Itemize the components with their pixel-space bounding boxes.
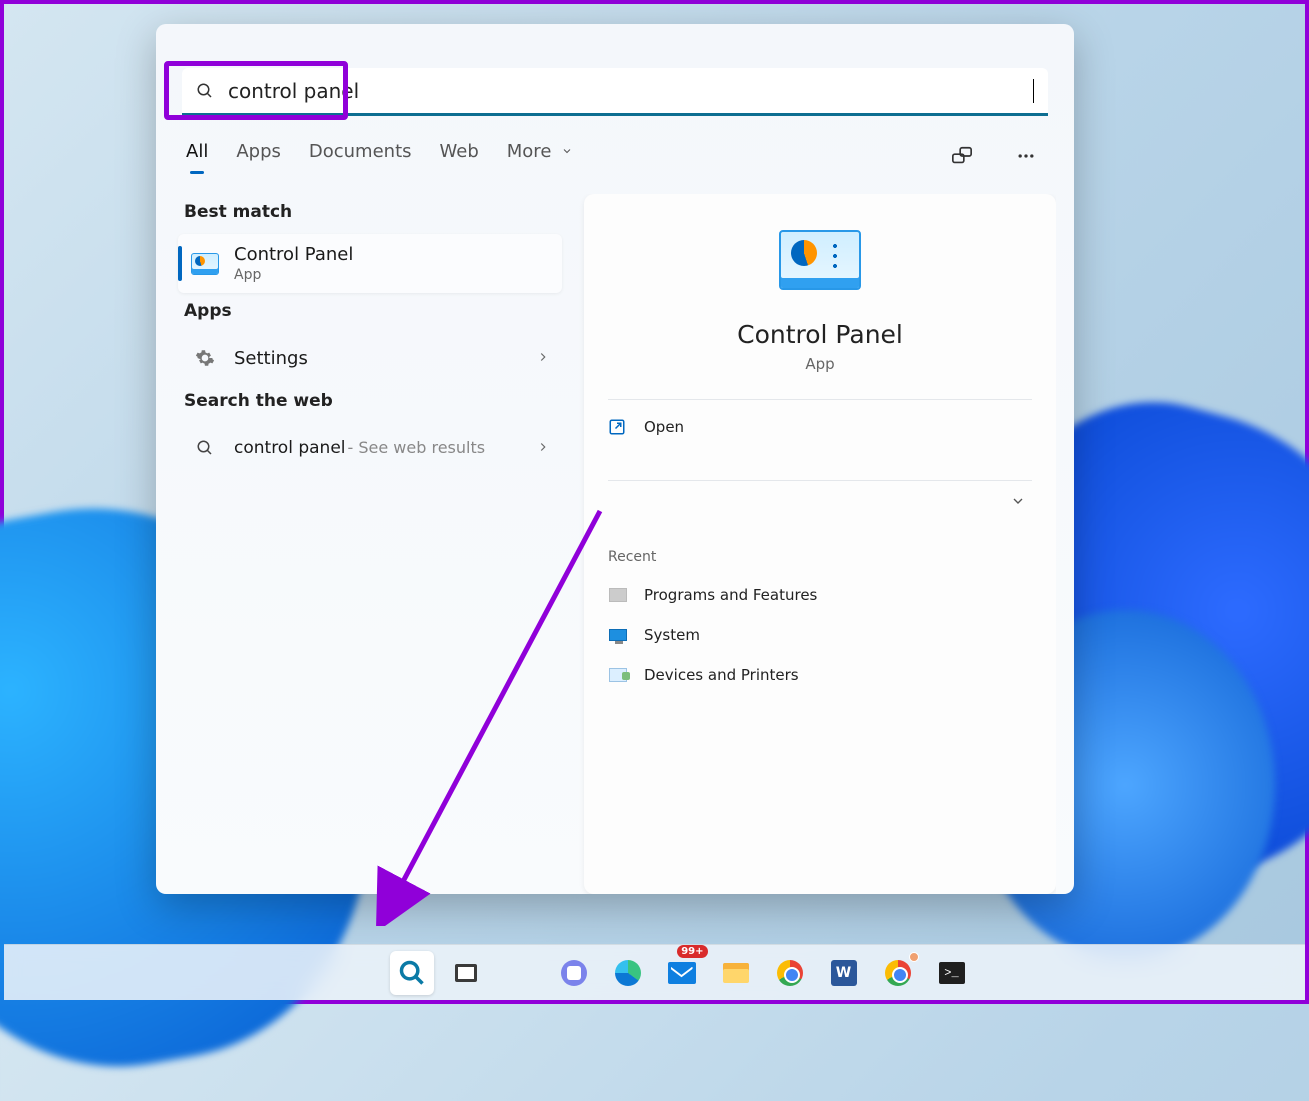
search-icon — [190, 433, 220, 463]
feedback-button[interactable] — [944, 138, 980, 174]
open-icon — [608, 418, 626, 436]
mail-icon — [668, 959, 696, 987]
result-web-search[interactable]: control panel - See web results — [178, 423, 562, 473]
gear-icon — [190, 343, 220, 373]
filter-tabs: All Apps Documents Web More — [186, 138, 1044, 174]
web-suffix: - See web results — [348, 438, 486, 457]
taskbar-search-button[interactable] — [390, 951, 434, 995]
result-subtitle: App — [234, 267, 550, 283]
mail-badge: 99+ — [677, 945, 707, 958]
ellipsis-icon — [1016, 146, 1036, 166]
programs-icon — [608, 585, 628, 605]
tab-all[interactable]: All — [186, 141, 208, 172]
recent-title: Recent — [608, 549, 1032, 565]
chevron-right-icon — [536, 439, 550, 458]
control-panel-icon-large — [779, 230, 861, 290]
expand-actions-button[interactable] — [1004, 487, 1032, 519]
section-best-match: Best match — [184, 202, 556, 222]
preview-subtitle: App — [805, 355, 834, 373]
profile-indicator — [909, 952, 919, 962]
printer-icon — [608, 665, 628, 685]
section-apps: Apps — [184, 301, 556, 321]
recent-system[interactable]: System — [608, 615, 1032, 655]
chevron-right-icon — [536, 349, 550, 368]
teams-icon — [560, 959, 588, 987]
tab-more-label: More — [507, 141, 552, 162]
mail-button[interactable]: 99+ — [660, 951, 704, 995]
results-column: Best match Control Panel App Apps Settin… — [174, 194, 572, 894]
control-panel-icon — [190, 249, 220, 279]
chevron-down-icon — [561, 141, 573, 162]
result-control-panel[interactable]: Control Panel App — [178, 234, 562, 293]
folder-icon — [722, 959, 750, 987]
tab-documents[interactable]: Documents — [309, 141, 412, 172]
more-options-button[interactable] — [1008, 138, 1044, 174]
recent-devices-printers[interactable]: Devices and Printers — [608, 655, 1032, 695]
word-icon: W — [830, 959, 858, 987]
terminal-button[interactable]: >_ — [930, 951, 974, 995]
section-search-web: Search the web — [184, 391, 556, 411]
feedback-icon — [951, 145, 973, 167]
chrome-profile-button[interactable] — [876, 951, 920, 995]
edge-button[interactable] — [606, 951, 650, 995]
tab-web[interactable]: Web — [440, 141, 479, 172]
taskview-button[interactable] — [444, 951, 488, 995]
chevron-down-icon — [1010, 493, 1026, 509]
search-icon — [398, 959, 426, 987]
search-icon — [196, 82, 214, 100]
recent-label: Devices and Printers — [644, 666, 799, 684]
taskbar: 99+ W >_ — [4, 944, 1305, 1000]
result-settings[interactable]: Settings — [178, 333, 562, 383]
widgets-button[interactable] — [498, 951, 542, 995]
open-action[interactable]: Open — [608, 400, 1032, 454]
chrome-button[interactable] — [768, 951, 812, 995]
search-box[interactable]: control panel — [182, 68, 1048, 116]
system-icon — [608, 625, 628, 645]
search-input[interactable]: control panel — [228, 79, 1034, 103]
widgets-icon — [506, 959, 534, 987]
windows-icon — [344, 959, 372, 987]
open-label: Open — [644, 418, 684, 436]
recent-label: Programs and Features — [644, 586, 817, 604]
start-button[interactable] — [336, 951, 380, 995]
chat-button[interactable] — [552, 951, 596, 995]
file-explorer-button[interactable] — [714, 951, 758, 995]
result-title: Settings — [234, 348, 536, 369]
word-button[interactable]: W — [822, 951, 866, 995]
text-caret — [1033, 79, 1034, 103]
chrome-icon — [776, 959, 804, 987]
preview-title: Control Panel — [737, 320, 903, 349]
edge-icon — [614, 959, 642, 987]
preview-column: Control Panel App Open Recent Programs a… — [584, 194, 1056, 894]
chrome-icon — [884, 959, 912, 987]
result-title: Control Panel — [234, 244, 550, 265]
tab-more[interactable]: More — [507, 141, 573, 172]
recent-programs-features[interactable]: Programs and Features — [608, 575, 1032, 615]
recent-label: System — [644, 626, 700, 644]
search-panel: control panel All Apps Documents Web Mor… — [156, 24, 1074, 894]
web-query: control panel — [234, 438, 346, 458]
taskview-icon — [452, 959, 480, 987]
terminal-icon: >_ — [938, 959, 966, 987]
tab-apps[interactable]: Apps — [236, 141, 281, 172]
